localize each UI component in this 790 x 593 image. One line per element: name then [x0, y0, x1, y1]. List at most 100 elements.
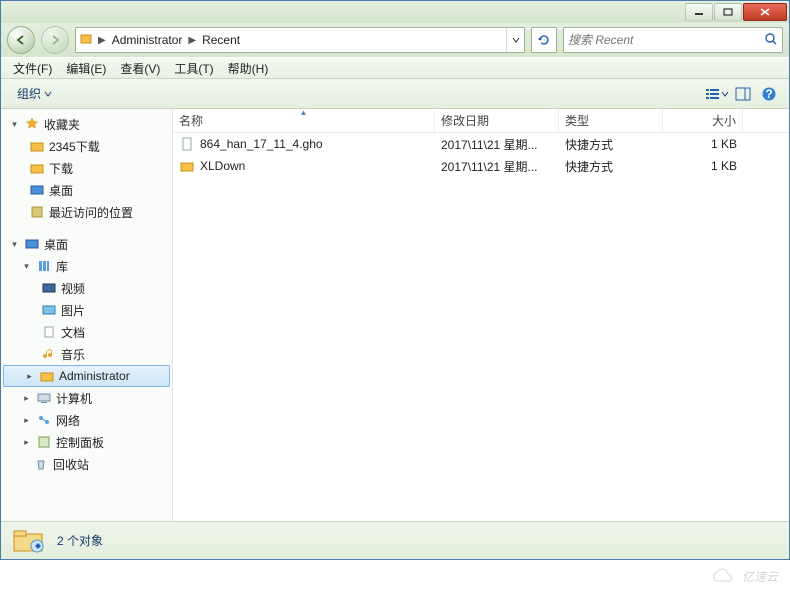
breadcrumb-segment[interactable]: Recent	[198, 28, 244, 52]
back-button[interactable]	[7, 26, 35, 54]
location-icon	[76, 32, 96, 49]
list-view-icon	[705, 87, 721, 101]
search-box[interactable]	[563, 27, 783, 53]
tree-recent-places[interactable]: 最近访问的位置	[1, 201, 172, 223]
tree-label: 音乐	[61, 346, 85, 363]
close-button[interactable]	[743, 3, 787, 21]
tree-2345-downloads[interactable]: 2345下载	[1, 135, 172, 157]
navigation-bar: ▶ Administrator ▶ Recent	[1, 23, 789, 57]
expand-icon[interactable]: ▸	[21, 393, 32, 404]
search-icon[interactable]	[764, 32, 778, 49]
maximize-button[interactable]	[714, 3, 742, 21]
cloud-icon	[708, 567, 738, 585]
close-icon	[759, 7, 771, 17]
file-date: 2017\11\21 星期...	[435, 158, 559, 175]
status-bar: 2 个对象	[1, 521, 789, 559]
title-bar[interactable]	[1, 1, 789, 23]
file-type: 快捷方式	[559, 158, 663, 175]
status-folder-icon	[11, 526, 47, 556]
chevron-down-icon	[44, 90, 52, 98]
star-icon	[24, 116, 40, 132]
breadcrumb-segment[interactable]: Administrator	[108, 28, 187, 52]
tree-label: Administrator	[59, 369, 130, 383]
column-date[interactable]: 修改日期	[435, 109, 559, 132]
svg-text:?: ?	[765, 87, 772, 101]
status-text: 2 个对象	[57, 532, 103, 549]
file-date: 2017\11\21 星期...	[435, 136, 559, 153]
recent-icon	[29, 204, 45, 220]
desktop-icon	[29, 182, 45, 198]
navigation-pane[interactable]: ▾ 收藏夹 2345下载 下载 桌面 最近访问的位置 ▾	[1, 109, 173, 521]
menu-file[interactable]: 文件(F)	[7, 58, 58, 79]
arrow-right-icon	[48, 33, 62, 47]
chevron-down-icon	[512, 36, 520, 44]
menu-bar: 文件(F) 编辑(E) 查看(V) 工具(T) 帮助(H)	[1, 57, 789, 79]
column-name[interactable]: 名称 ▲	[173, 109, 435, 132]
expand-icon[interactable]: ▸	[24, 371, 35, 382]
file-rows[interactable]: 864_han_17_11_4.gho 2017\11\21 星期... 快捷方…	[173, 133, 789, 521]
file-row[interactable]: XLDown 2017\11\21 星期... 快捷方式 1 KB	[173, 155, 789, 177]
expand-icon[interactable]: ▸	[21, 437, 32, 448]
network-icon	[36, 412, 52, 428]
tree-administrator[interactable]: ▸ Administrator	[3, 365, 170, 387]
tree-desktop[interactable]: ▾ 桌面	[1, 233, 172, 255]
collapse-icon[interactable]: ▾	[9, 119, 20, 130]
search-input[interactable]	[568, 33, 764, 47]
expand-icon[interactable]: ▸	[21, 415, 32, 426]
tree-libraries[interactable]: ▾ 库	[1, 255, 172, 277]
sort-ascending-icon: ▲	[300, 108, 308, 117]
organize-label: 组织	[17, 85, 41, 102]
control-panel-icon	[36, 434, 52, 450]
help-button[interactable]: ?	[757, 83, 781, 105]
address-dropdown[interactable]	[506, 28, 524, 52]
tree-control-panel[interactable]: ▸ 控制面板	[1, 431, 172, 453]
tree-label: 文档	[61, 324, 85, 341]
tree-music[interactable]: 音乐	[1, 343, 172, 365]
menu-help[interactable]: 帮助(H)	[222, 58, 275, 79]
collapse-icon[interactable]: ▾	[9, 239, 20, 250]
minimize-button[interactable]	[685, 3, 713, 21]
tree-videos[interactable]: 视频	[1, 277, 172, 299]
address-bar[interactable]: ▶ Administrator ▶ Recent	[75, 27, 525, 53]
organize-button[interactable]: 组织	[9, 82, 60, 105]
tree-downloads[interactable]: 下载	[1, 157, 172, 179]
tree-documents[interactable]: 文档	[1, 321, 172, 343]
watermark: 亿速云	[708, 567, 778, 585]
music-icon	[41, 346, 57, 362]
file-name: XLDown	[200, 159, 245, 173]
menu-view[interactable]: 查看(V)	[114, 58, 166, 79]
column-type[interactable]: 类型	[559, 109, 663, 132]
chevron-down-icon	[721, 90, 729, 98]
column-size[interactable]: 大小	[663, 109, 743, 132]
collapse-icon[interactable]: ▾	[21, 261, 32, 272]
refresh-button[interactable]	[531, 27, 557, 53]
file-size: 1 KB	[663, 159, 743, 173]
menu-tools[interactable]: 工具(T)	[168, 58, 219, 79]
tree-favorites[interactable]: ▾ 收藏夹	[1, 113, 172, 135]
forward-button[interactable]	[41, 26, 69, 54]
folder-icon	[29, 160, 45, 176]
picture-icon	[41, 302, 57, 318]
folder-icon	[29, 138, 45, 154]
tree-label: 桌面	[44, 236, 68, 253]
chevron-right-icon[interactable]: ▶	[96, 35, 108, 46]
preview-pane-button[interactable]	[731, 83, 755, 105]
tree-label: 下载	[49, 160, 73, 177]
tree-label: 控制面板	[56, 434, 104, 451]
arrow-left-icon	[14, 33, 28, 47]
user-folder-icon	[39, 368, 55, 384]
menu-edit[interactable]: 编辑(E)	[60, 58, 112, 79]
tree-desktop-fav[interactable]: 桌面	[1, 179, 172, 201]
tree-pictures[interactable]: 图片	[1, 299, 172, 321]
tree-computer[interactable]: ▸ 计算机	[1, 387, 172, 409]
tree-label: 计算机	[56, 390, 92, 407]
file-row[interactable]: 864_han_17_11_4.gho 2017\11\21 星期... 快捷方…	[173, 133, 789, 155]
tree-network[interactable]: ▸ 网络	[1, 409, 172, 431]
chevron-right-icon[interactable]: ▶	[186, 35, 198, 46]
content-area: ▾ 收藏夹 2345下载 下载 桌面 最近访问的位置 ▾	[1, 109, 789, 521]
document-icon	[41, 324, 57, 340]
tree-recycle-bin[interactable]: 回收站	[1, 453, 172, 475]
refresh-icon	[537, 33, 551, 47]
view-mode-button[interactable]	[705, 83, 729, 105]
desktop-icon	[24, 236, 40, 252]
